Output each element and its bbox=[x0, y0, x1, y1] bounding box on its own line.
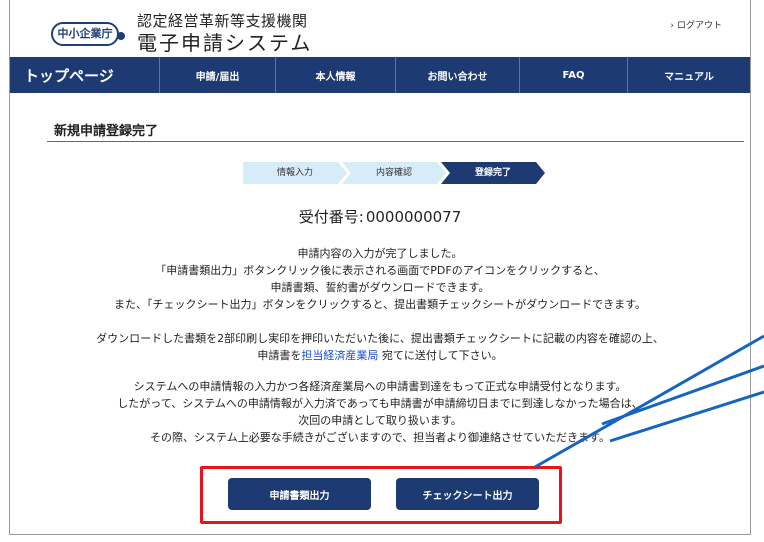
nav-faq[interactable]: FAQ bbox=[520, 57, 628, 93]
logo-dot-icon bbox=[117, 32, 125, 40]
receipt-label: 受付番号: bbox=[298, 208, 364, 226]
mailing-instructions: ダウンロードした書類を2部印刷し実印を押印いただいた後に、提出書類チェックシート… bbox=[10, 330, 750, 364]
logout-label: ログアウト bbox=[676, 21, 722, 31]
message-line: 申請内容の入力が完了しました。 bbox=[297, 247, 463, 260]
nav-application[interactable]: 申請/届出 bbox=[160, 57, 276, 93]
message-line: 申請書類、誓約書がダウンロードできます。 bbox=[270, 281, 490, 294]
step-confirm: 内容確認 bbox=[342, 162, 446, 184]
chevron-right-icon: › bbox=[670, 21, 674, 31]
nav-manual[interactable]: マニュアル bbox=[628, 57, 750, 93]
page-title: 新規申請登録完了 bbox=[54, 124, 159, 139]
submission-notice: システムへの申請情報の入力かつ各経済産業局への申請書到達をもって正式な申請受付と… bbox=[10, 378, 750, 446]
receipt-number: 0000000077 bbox=[365, 208, 462, 226]
message-line: また、「チェックシート出力」ボタンをクリックすると、提出書類チェックシートがダウ… bbox=[114, 298, 646, 311]
message-line: 申請書を担当経済産業局 宛てに送付して下さい。 bbox=[10, 347, 750, 364]
message-line: その際、システム上必要な手続きがございますので、担当者より御連絡させていただきま… bbox=[150, 431, 610, 444]
nav-profile[interactable]: 本人情報 bbox=[276, 57, 396, 93]
text-segment: 申請書を bbox=[257, 349, 302, 362]
message-line: したがって、システムへの申請情報が入力済であっても申請書が申請締切日までに到達し… bbox=[117, 397, 643, 410]
step-complete: 登録完了 bbox=[441, 162, 545, 184]
message-line: ダウンロードした書類を2部印刷し実印を押印いただいた後に、提出書類チェックシート… bbox=[96, 332, 664, 345]
regional-bureau-link[interactable]: 担当経済産業局 bbox=[301, 349, 378, 362]
nav-contact[interactable]: お問い合わせ bbox=[396, 57, 520, 93]
page-frame: 中小企業庁 認定経営革新等支援機関 電子申請システム › ログアウト トップページ… bbox=[9, 0, 751, 535]
step-input: 情報入力 bbox=[243, 162, 347, 184]
text-segment: 宛てに送付して下さい。 bbox=[378, 349, 503, 362]
sme-agency-logo: 中小企業庁 bbox=[51, 22, 119, 46]
nav-top-page[interactable]: トップページ bbox=[10, 57, 160, 93]
message-line: 「申請書類出力」ボタンクリック後に表示される画面でPDFのアイコンをクリックする… bbox=[155, 264, 605, 277]
main-nav: トップページ 申請/届出 本人情報 お問い合わせ FAQ マニュアル bbox=[10, 57, 750, 93]
message-line: システムへの申請情報の入力かつ各経済産業局への申請書到達をもって正式な申請受付と… bbox=[133, 380, 627, 393]
title-divider bbox=[47, 141, 744, 142]
logout-link[interactable]: › ログアウト bbox=[670, 18, 722, 31]
highlight-box bbox=[200, 466, 562, 524]
site-header: 中小企業庁 認定経営革新等支援機関 電子申請システム › ログアウト bbox=[10, 0, 750, 56]
completion-message: 申請内容の入力が完了しました。 「申請書類出力」ボタンクリック後に表示される画面… bbox=[10, 245, 750, 313]
receipt-number-line: 受付番号: 0000000077 bbox=[10, 206, 750, 227]
system-title: 電子申請システム bbox=[137, 31, 313, 55]
message-line: 次回の申請として取り扱います。 bbox=[298, 414, 462, 427]
